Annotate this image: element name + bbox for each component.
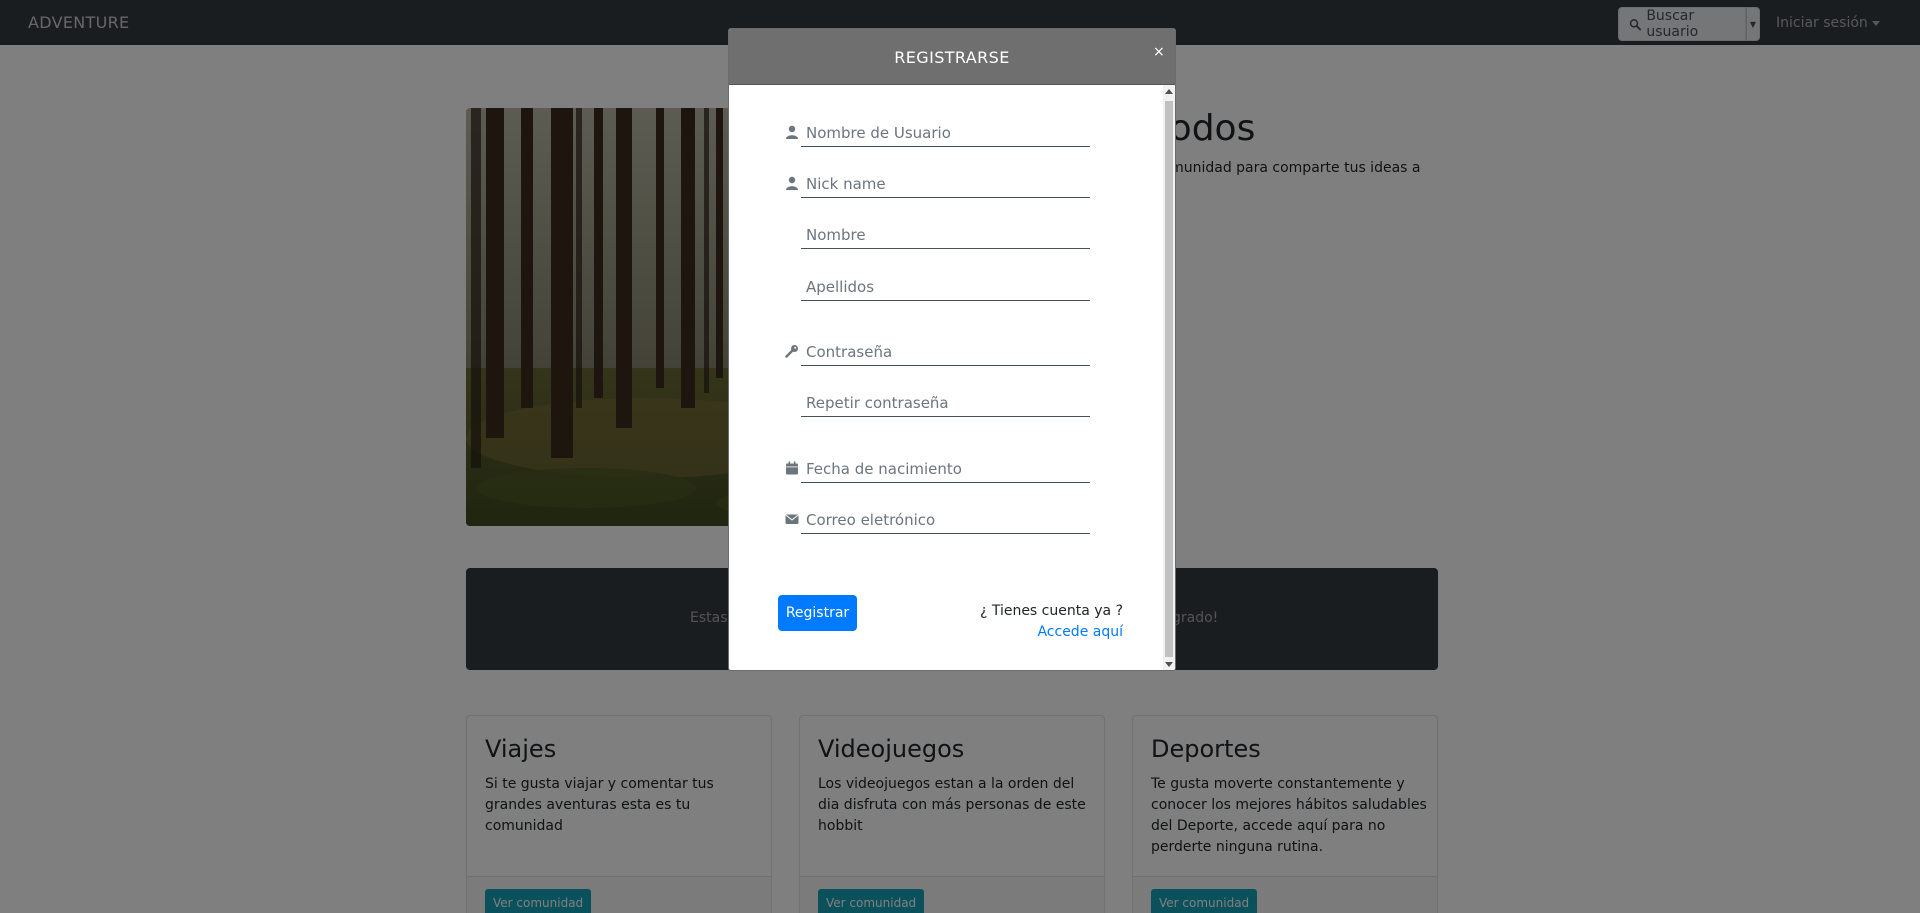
first-name-field <box>801 215 1090 249</box>
register-modal: REGISTRARSE × Nombre de Usuario Nick nam… <box>728 28 1176 671</box>
scroll-thumb[interactable] <box>1165 101 1173 657</box>
calendar-icon <box>786 461 798 475</box>
birthdate-field <box>801 449 1090 483</box>
modal-scrollbar[interactable] <box>1163 85 1175 670</box>
modal-title: REGISTRARSE <box>894 48 1010 67</box>
register-button[interactable]: Registrar <box>778 595 857 631</box>
password-input[interactable] <box>801 332 1090 365</box>
scroll-up-arrow[interactable] <box>1165 89 1173 94</box>
scroll-down-arrow[interactable] <box>1165 662 1173 667</box>
key-icon <box>785 345 798 358</box>
envelope-icon <box>785 514 799 524</box>
password-repeat-field <box>801 383 1090 417</box>
last-name-field <box>801 267 1090 301</box>
user-icon <box>786 125 798 139</box>
login-link[interactable]: Accede aquí <box>943 624 1123 640</box>
first-name-input[interactable] <box>801 215 1090 248</box>
nickname-field <box>801 164 1090 198</box>
username-input[interactable] <box>801 113 1090 146</box>
password-field <box>801 332 1090 366</box>
password-repeat-input[interactable] <box>801 383 1090 416</box>
birthdate-input[interactable] <box>801 449 1090 482</box>
account-question: ¿ Tienes cuenta ya ? <box>979 603 1123 619</box>
email-input[interactable] <box>801 500 1090 533</box>
close-icon[interactable]: × <box>1153 44 1165 60</box>
nickname-input[interactable] <box>801 164 1090 197</box>
modal-header: REGISTRARSE × <box>729 29 1175 85</box>
last-name-input[interactable] <box>801 267 1090 300</box>
email-field <box>801 500 1090 534</box>
user-icon <box>786 176 798 190</box>
modal-body: Registrar ¿ Tienes cuenta ya ? Accede aq… <box>729 85 1163 670</box>
username-field <box>801 113 1090 147</box>
